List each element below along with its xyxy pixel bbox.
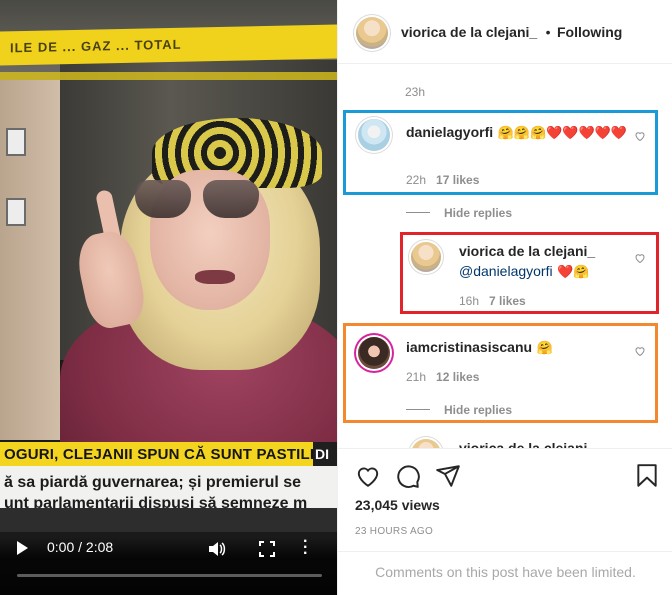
bookmark-icon[interactable]	[634, 463, 660, 489]
views-count[interactable]: 23,045 views	[355, 497, 440, 513]
police-tape-2	[0, 72, 337, 80]
comment-meta: 16h 7 likes	[459, 294, 526, 308]
comment-time: 21h	[406, 370, 427, 384]
news-ticker-text: OGURI, CLEJANII SPUN CĂ SUNT PASTILE DE …	[4, 446, 337, 463]
avatar[interactable]	[411, 242, 441, 272]
comment-time: 16h	[459, 294, 480, 308]
comment-body: danielagyorfi 🤗🤗🤗❤️❤️❤️❤️❤️	[406, 123, 636, 143]
avatar[interactable]	[358, 119, 390, 151]
heart-icon[interactable]	[634, 252, 646, 264]
police-tape-text: ILE DE ... GAZ ... TOTAL	[10, 36, 182, 56]
comment-icon[interactable]	[395, 463, 421, 489]
video-window	[6, 198, 26, 226]
news-ticker-tag: DI	[313, 442, 337, 466]
play-icon[interactable]	[17, 541, 28, 555]
avatar[interactable]	[411, 439, 441, 448]
video-time: 0:00 / 2:08	[47, 539, 114, 555]
comment-text: 🤗🤗🤗❤️❤️❤️❤️❤️	[497, 126, 628, 141]
heart-icon[interactable]	[634, 345, 646, 357]
post-time[interactable]: 23 HOURS AGO	[355, 526, 433, 537]
avatar[interactable]	[358, 337, 390, 369]
hide-replies-button[interactable]: Hide replies	[406, 403, 512, 417]
comments-limited-notice: Comments on this post have been limited.	[338, 551, 672, 595]
comment-username[interactable]: danielagyorfi	[406, 124, 493, 140]
header-separator: •	[545, 24, 551, 40]
heart-icon[interactable]	[634, 130, 646, 142]
post-actions: 23,045 views 23 HOURS AGO	[338, 448, 672, 558]
comments-panel: viorica de la clejani_ • Following 23h d…	[337, 0, 672, 595]
volume-icon[interactable]	[208, 541, 226, 557]
comment-username[interactable]: viorica de la clejani	[459, 440, 587, 448]
news-caption-line-1: ă sa piardă guvernarea; și premierul se	[4, 474, 302, 491]
video-person-mouth	[195, 270, 235, 284]
hide-replies-label: Hide replies	[444, 206, 513, 220]
hide-replies-label: Hide replies	[444, 403, 513, 417]
comment-username[interactable]: iamcristinasiscanu	[406, 339, 532, 355]
comment-meta: 22h 17 likes	[406, 173, 479, 187]
comment-time: 22h	[406, 173, 427, 187]
share-icon[interactable]	[435, 463, 461, 489]
video-player[interactable]: ILE DE ... GAZ ... TOTAL OGURI, CLEJANII…	[0, 0, 337, 595]
partial-reply: viorica de la clejani	[338, 430, 672, 448]
comment-text: ❤️🤗	[557, 265, 590, 280]
post-header: viorica de la clejani_ • Following	[338, 0, 672, 64]
comment-meta: 21h 12 likes	[406, 370, 479, 384]
video-building	[0, 80, 60, 440]
news-caption-dark-strip	[0, 508, 337, 532]
comment-username[interactable]: viorica de la clejani_	[459, 243, 595, 259]
fullscreen-icon[interactable]	[259, 541, 275, 557]
police-tape: ILE DE ... GAZ ... TOTAL	[0, 24, 337, 66]
following-button[interactable]: Following	[557, 24, 622, 40]
video-person-glasses	[135, 180, 265, 220]
comment-text: 🤗	[536, 341, 553, 356]
comment-likes[interactable]: 7 likes	[489, 294, 526, 308]
hide-replies-button[interactable]: Hide replies	[406, 206, 512, 220]
comment-timestamp: 23h	[405, 85, 426, 99]
video-controls: 0:00 / 2:08 · · ·	[0, 534, 337, 595]
news-ticker: OGURI, CLEJANII SPUN CĂ SUNT PASTILE DE …	[0, 442, 337, 466]
comment-mention[interactable]: @danielagyorfi	[459, 263, 553, 279]
header-username[interactable]: viorica de la clejani_	[401, 24, 537, 40]
avatar[interactable]	[356, 17, 388, 49]
comment-likes[interactable]: 17 likes	[436, 173, 479, 187]
comment-likes[interactable]: 12 likes	[436, 370, 479, 384]
video-progress-track[interactable]	[17, 574, 322, 577]
news-caption-band: ă sa piardă guvernarea; și premierul se …	[0, 466, 337, 532]
more-icon[interactable]: · · ·	[303, 534, 308, 562]
header-user: viorica de la clejani_ • Following	[401, 24, 622, 42]
reply-body: viorica de la clejani_ @danielagyorfi ❤️…	[459, 242, 639, 282]
comment-body: iamcristinasiscanu 🤗	[406, 338, 636, 358]
video-window	[6, 128, 26, 156]
heart-icon[interactable]	[355, 463, 381, 489]
